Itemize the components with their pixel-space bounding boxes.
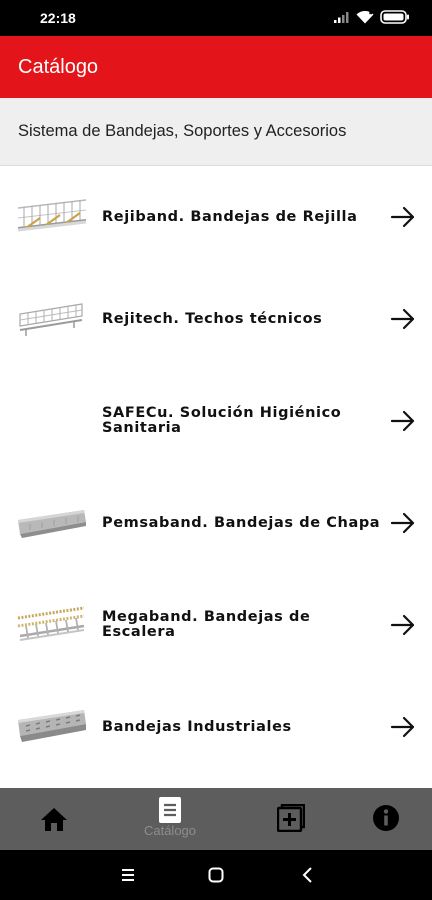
section-title: Sistema de Bandejas, Soportes y Accesori… <box>18 122 347 140</box>
sheet-metal-tray-image <box>18 510 86 538</box>
catalog-item-industriales[interactable]: Bandejas Industriales <box>0 676 432 778</box>
technical-ceiling-image <box>19 303 83 336</box>
nav-item-info[interactable] <box>332 788 432 850</box>
nav-item-catalog[interactable]: Catálogo <box>116 788 224 850</box>
arrow-right-icon[interactable] <box>390 408 416 434</box>
catalog-item-label: Rejitech. Techos técnicos <box>102 310 323 327</box>
home-icon <box>41 808 67 831</box>
arrow-right-icon[interactable] <box>390 510 416 536</box>
signal-icon <box>334 12 349 23</box>
arrow-right-icon[interactable] <box>390 306 416 332</box>
home-circle-icon[interactable] <box>204 864 228 886</box>
nav-item-home[interactable] <box>0 788 108 850</box>
app-bar: Catálogo <box>0 36 432 98</box>
system-nav <box>0 850 432 900</box>
wire-mesh-tray-image <box>17 199 87 232</box>
catalog-item-pemsaband[interactable]: Pemsaband. Bandejas de Chapa <box>0 472 432 574</box>
industrial-tray-image <box>18 710 86 742</box>
catalog-item-label: SAFECu. Solución Higiénico Sanitaria <box>102 405 342 436</box>
back-icon[interactable] <box>296 864 320 886</box>
ladder-tray-image <box>17 606 85 641</box>
nav-item-add[interactable] <box>237 788 345 850</box>
arrow-right-icon[interactable] <box>390 612 416 638</box>
info-icon <box>373 805 399 831</box>
status-bar: 22:18 <box>0 0 432 36</box>
document-icon <box>159 797 181 823</box>
catalog-item-label: Pemsaband. Bandejas de Chapa <box>102 514 381 531</box>
catalog-item-label: Rejiband. Bandejas de Rejilla <box>102 208 358 225</box>
catalog-list: Rejiband. Bandejas de Rejilla Rejitech. … <box>0 166 432 788</box>
status-icons <box>334 10 410 24</box>
catalog-item-safecu[interactable]: SAFECu. Solución Higiénico Sanitaria <box>0 370 432 472</box>
catalog-item-label: Bandejas Industriales <box>102 718 292 735</box>
wifi-icon <box>356 10 374 23</box>
catalog-item-megaband[interactable]: Megaband. Bandejas de Escalera <box>0 574 432 676</box>
add-box-icon <box>277 804 305 832</box>
battery-icon <box>380 10 409 24</box>
bottom-nav: Catálogo <box>0 788 432 850</box>
nav-label-catalog: Catálogo <box>143 823 197 838</box>
arrow-right-icon[interactable] <box>390 714 416 740</box>
status-time: 22:18 <box>40 10 76 26</box>
catalog-item-rejitech[interactable]: Rejitech. Techos técnicos <box>0 268 432 370</box>
menu-icon[interactable] <box>116 864 140 886</box>
arrow-right-icon[interactable] <box>390 204 416 230</box>
catalog-item-rejiband[interactable]: Rejiband. Bandejas de Rejilla <box>0 166 432 268</box>
catalog-item-label: Megaband. Bandejas de Escalera <box>102 609 311 640</box>
app-title: Catálogo <box>18 56 99 78</box>
section-header: Sistema de Bandejas, Soportes y Accesori… <box>0 98 432 166</box>
